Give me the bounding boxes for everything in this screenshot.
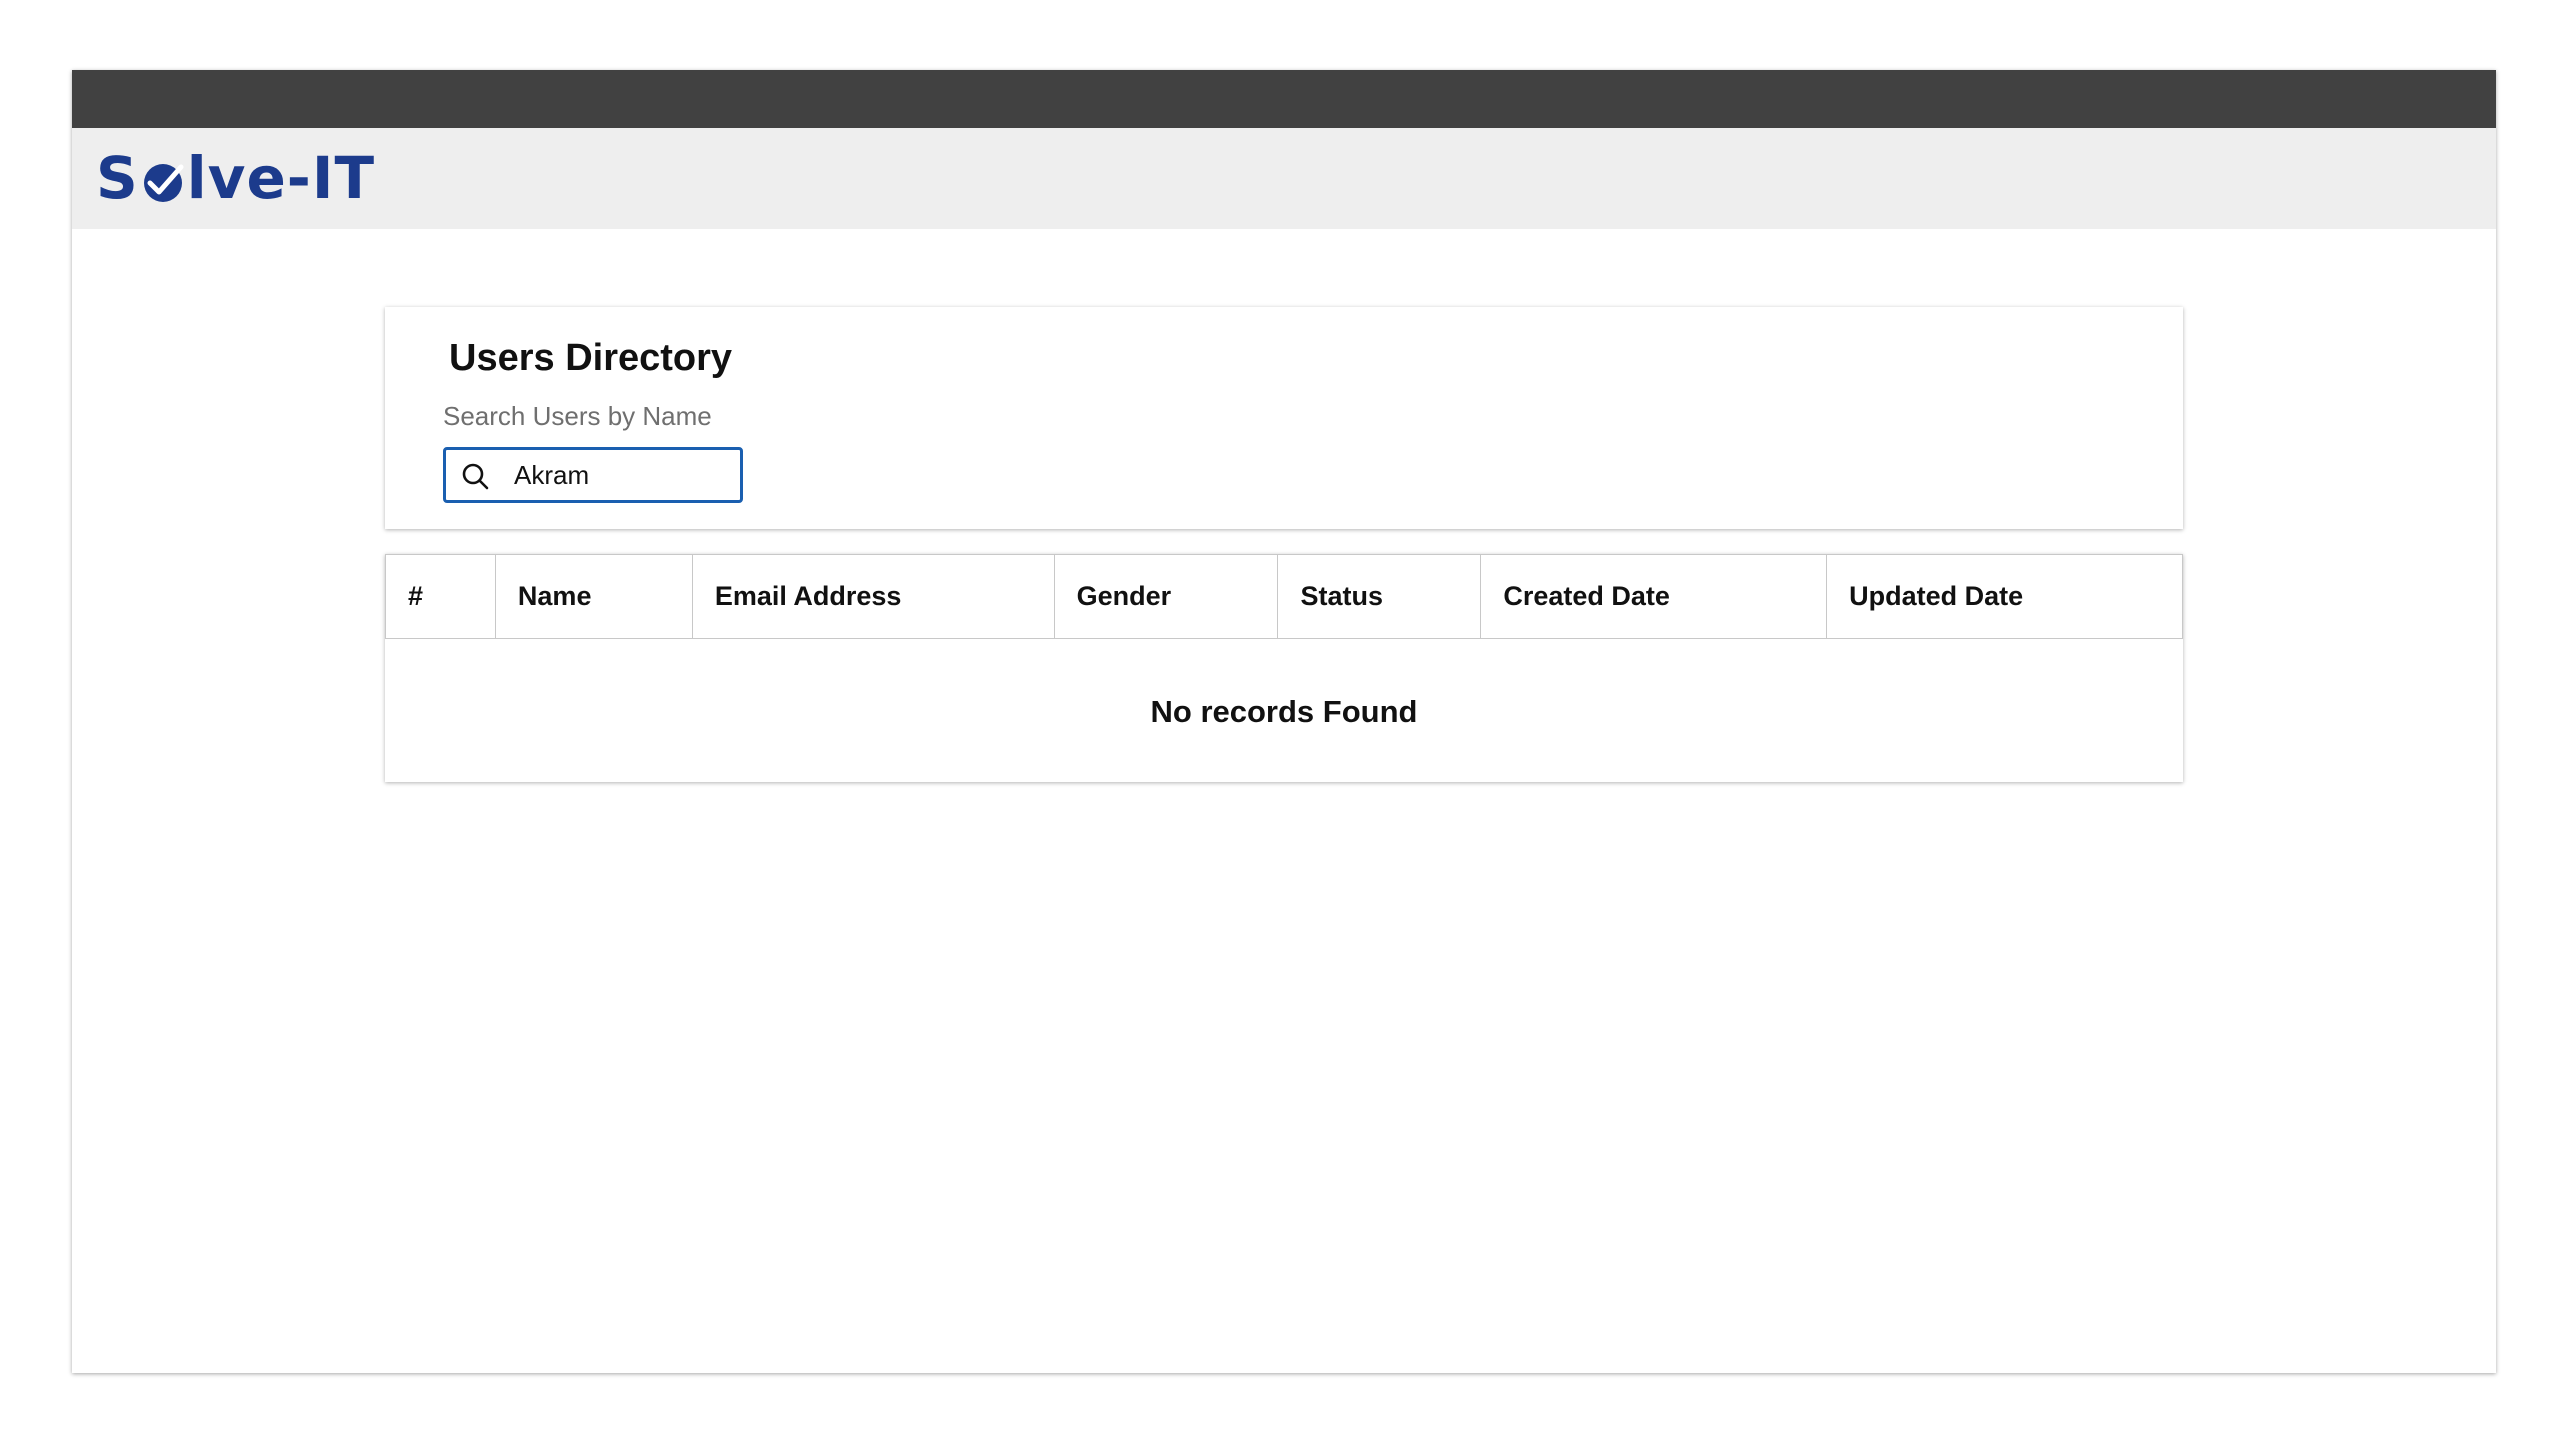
table-empty-row: No records Found	[386, 639, 2183, 786]
app-window: S lve-IT Users Directory Search Users by…	[72, 70, 2496, 1373]
users-table-card: # Name Email Address Gender Status Creat…	[385, 554, 2183, 782]
header: S lve-IT	[72, 128, 2496, 229]
search-card: Users Directory Search Users by Name	[385, 307, 2183, 529]
table-header-row: # Name Email Address Gender Status Creat…	[385, 554, 2183, 639]
users-table: # Name Email Address Gender Status Creat…	[385, 554, 2183, 785]
logo-text-end: lve-IT	[186, 144, 376, 212]
empty-message: No records Found	[1150, 694, 1418, 729]
checkmark-logo-icon	[143, 164, 184, 202]
search-label: Search Users by Name	[443, 401, 712, 431]
logo-text-start: S	[96, 144, 139, 212]
column-header-created-date[interactable]: Created Date	[1480, 554, 1828, 639]
page-title: Users Directory	[449, 337, 733, 379]
search-input[interactable]	[514, 456, 734, 494]
column-header-name[interactable]: Name	[494, 554, 693, 639]
column-header-index[interactable]: #	[385, 554, 496, 639]
logo[interactable]: S lve-IT	[96, 146, 375, 210]
column-header-email[interactable]: Email Address	[691, 554, 1055, 639]
column-header-status[interactable]: Status	[1277, 554, 1482, 639]
search-box[interactable]	[443, 447, 743, 503]
column-header-gender[interactable]: Gender	[1053, 554, 1279, 639]
search-icon	[462, 463, 489, 490]
column-header-updated-date[interactable]: Updated Date	[1826, 554, 2183, 639]
top-bar	[72, 70, 2496, 128]
